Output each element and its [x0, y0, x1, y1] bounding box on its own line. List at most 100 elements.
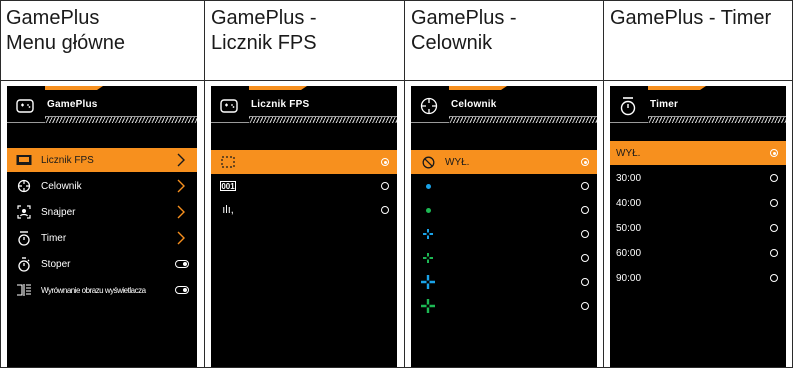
menu-item-display-alignment[interactable]: Wyrównanie obrazu wyświetlacza [7, 278, 197, 302]
disabled-icon [419, 154, 437, 170]
screen-header-title: Timer [650, 99, 679, 110]
column-title-crosshair: GamePlus - Celownik [411, 6, 517, 56]
fps-option-frame[interactable] [211, 150, 397, 174]
blue-dot-icon [419, 178, 437, 194]
column-title-timer: GamePlus - Timer [610, 6, 771, 31]
title-line: GamePlus - [211, 7, 317, 29]
radio-unselected[interactable] [381, 182, 389, 190]
osd-screen-timer: Timer WYŁ. 30:00 40:00 50:00 60:00 90:00 [610, 86, 786, 367]
crosshair-option-off[interactable]: WYŁ. [411, 150, 597, 174]
radio-unselected[interactable] [770, 249, 778, 257]
title-line: GamePlus [6, 7, 100, 29]
radio-unselected[interactable] [770, 224, 778, 232]
timer-option-60[interactable]: 60:00 [610, 241, 786, 265]
menu-item-label: Stoper [41, 258, 71, 270]
header-stripe [610, 116, 786, 123]
header-stripe [7, 116, 197, 123]
menu-item-label: Celownik [41, 180, 82, 192]
fps-frame-icon [219, 154, 237, 170]
table-border [404, 0, 405, 368]
timer-option-40[interactable]: 40:00 [610, 191, 786, 215]
timer-option-label: 60:00 [616, 247, 642, 259]
crosshair-option-green-dot[interactable] [411, 198, 597, 222]
menu-item-label: Wyrównanie obrazu wyświetlacza [41, 285, 146, 295]
fps-graph-text: ılı, [222, 204, 234, 216]
column-title-main-menu: GamePlus Menu główne [6, 6, 125, 56]
osd-screen-fps-counter: Licznik FPS 001 ılı, [211, 86, 397, 367]
title-line: Celownik [411, 32, 493, 54]
chevron-right-icon [177, 153, 185, 167]
fps-counter-icon [15, 152, 33, 168]
crosshair-icon [419, 96, 439, 116]
crosshair-option-blue-small-cross[interactable] [411, 222, 597, 246]
green-dot-icon [419, 202, 437, 218]
radio-selected[interactable] [381, 158, 389, 166]
timer-option-30[interactable]: 30:00 [610, 166, 786, 190]
table-top-border [0, 0, 793, 1]
radio-unselected[interactable] [581, 278, 589, 286]
chevron-right-icon [177, 205, 185, 219]
crosshair-option-blue-large-cross[interactable] [411, 270, 597, 294]
menu-item-timer[interactable]: Timer [7, 226, 197, 250]
title-line: GamePlus - [411, 7, 517, 29]
crosshair-off-label: WYŁ. [445, 156, 470, 168]
sniper-icon [15, 204, 33, 220]
crosshair-option-blue-dot[interactable] [411, 174, 597, 198]
blue-large-cross-icon [419, 274, 437, 290]
chevron-right-icon [177, 231, 185, 245]
menu-item-sniper[interactable]: Snajper [7, 200, 197, 224]
fps-option-graph[interactable]: ılı, [211, 198, 397, 222]
menu-item-stopwatch[interactable]: Stoper [7, 252, 197, 276]
table-border [603, 0, 604, 368]
header-accent [249, 86, 307, 90]
menu-item-fps-counter[interactable]: Licznik FPS [7, 148, 197, 172]
green-large-cross-icon [419, 298, 437, 314]
radio-unselected[interactable] [581, 254, 589, 262]
radio-unselected[interactable] [770, 174, 778, 182]
timer-option-50[interactable]: 50:00 [610, 216, 786, 240]
title-line: Menu główne [6, 32, 125, 54]
screen-header-title: Celownik [451, 99, 497, 110]
blue-small-cross-icon [419, 226, 437, 242]
title-line: Licznik FPS [211, 32, 317, 54]
menu-item-label: Timer [41, 232, 67, 244]
timer-icon [15, 230, 33, 246]
gamepad-icon [15, 96, 35, 116]
radio-unselected[interactable] [381, 206, 389, 214]
osd-screen-main-menu: GamePlus Licznik FPS Celownik Snajper Ti… [7, 86, 197, 367]
stopwatch-toggle[interactable] [175, 260, 189, 268]
radio-unselected[interactable] [581, 182, 589, 190]
radio-unselected[interactable] [770, 274, 778, 282]
radio-unselected[interactable] [581, 302, 589, 310]
table-border [0, 0, 1, 368]
radio-unselected[interactable] [581, 230, 589, 238]
fps-number-text: 001 [221, 181, 235, 191]
timer-option-label: 50:00 [616, 222, 642, 234]
timer-option-label: WYŁ. [616, 147, 641, 159]
display-alignment-icon [15, 282, 33, 298]
header-stripe [411, 116, 597, 123]
header-accent [449, 86, 507, 90]
radio-unselected[interactable] [581, 206, 589, 214]
green-small-cross-icon [419, 250, 437, 266]
crosshair-option-green-large-cross[interactable] [411, 294, 597, 318]
radio-selected[interactable] [581, 158, 589, 166]
crosshair-option-green-small-cross[interactable] [411, 246, 597, 270]
radio-selected[interactable] [770, 149, 778, 157]
timer-option-label: 30:00 [616, 172, 642, 184]
fps-option-number[interactable]: 001 [211, 174, 397, 198]
timer-option-off[interactable]: WYŁ. [610, 141, 786, 165]
radio-unselected[interactable] [770, 199, 778, 207]
header-accent [45, 86, 103, 90]
timer-option-label: 40:00 [616, 197, 642, 209]
crosshair-icon [15, 178, 33, 194]
timer-option-90[interactable]: 90:00 [610, 266, 786, 290]
menu-item-crosshair[interactable]: Celownik [7, 174, 197, 198]
menu-item-label: Snajper [41, 206, 76, 218]
display-alignment-toggle[interactable] [175, 286, 189, 294]
screen-header-title: GamePlus [47, 99, 98, 110]
title-line: GamePlus - Timer [610, 7, 772, 29]
table-border [204, 0, 205, 368]
osd-screen-crosshair: Celownik WYŁ. [411, 86, 597, 367]
gamepad-icon [219, 96, 239, 116]
